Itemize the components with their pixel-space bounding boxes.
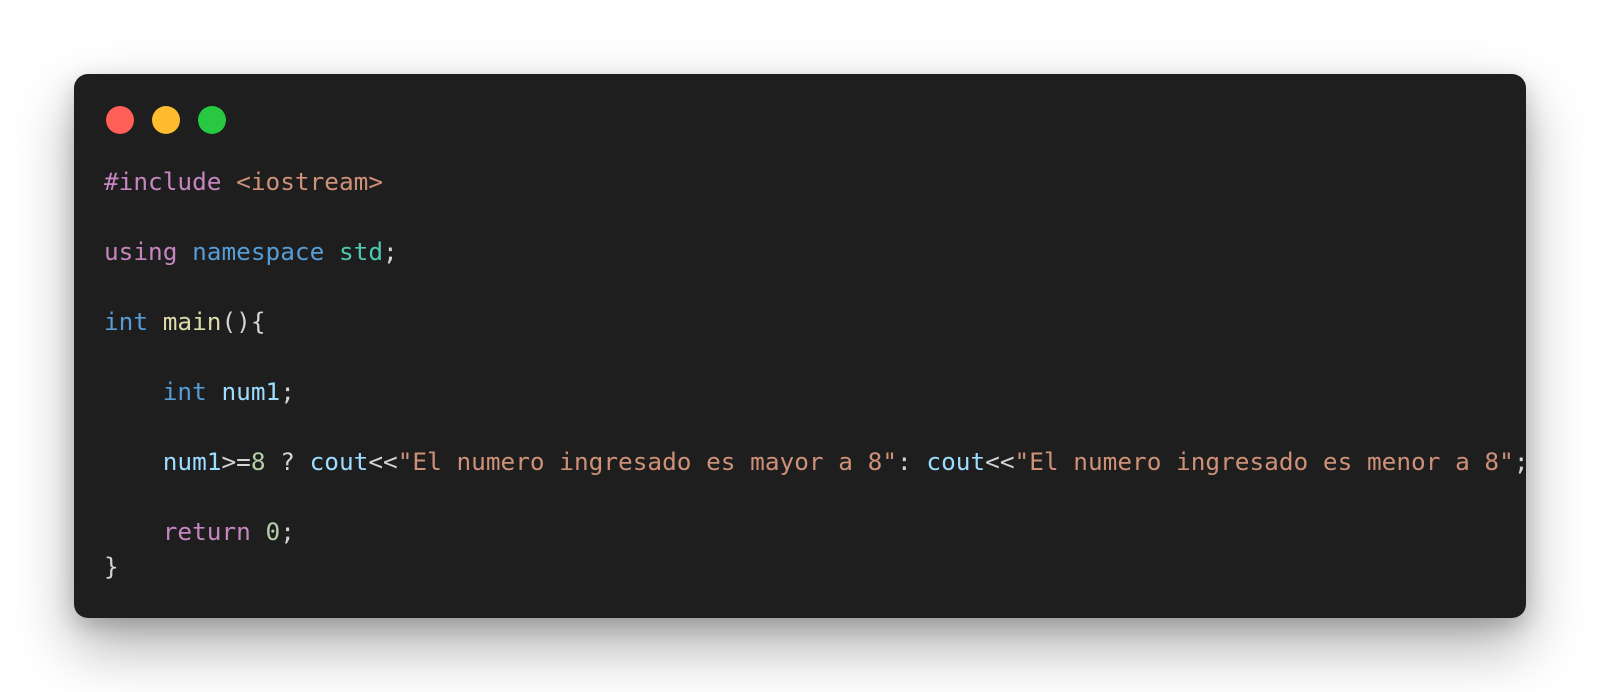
- code-token: ;: [383, 237, 398, 266]
- code-token: ;: [280, 517, 295, 546]
- zoom-button[interactable]: [198, 106, 226, 134]
- code-token: >=: [221, 447, 251, 476]
- code-token: return: [162, 517, 251, 546]
- code-token: ;: [280, 377, 295, 406]
- code-line: num1>=8 ? cout<<"El numero ingresado es …: [104, 444, 1529, 479]
- code-window: #include <iostream> using namespace std; i…: [74, 74, 1529, 618]
- code-token: <<: [985, 447, 1015, 476]
- code-token: ?: [265, 447, 310, 476]
- code-token: num1: [221, 377, 281, 406]
- code-token: std: [338, 237, 384, 266]
- code-block: #include <iostream> using namespace std; i…: [104, 164, 1529, 584]
- code-token: "El numero ingresado es mayor a 8": [397, 447, 898, 476]
- code-line: int num1;: [104, 374, 1529, 409]
- code-line: using namespace std;: [104, 234, 1529, 269]
- code-token: 0: [265, 517, 281, 546]
- code-token: num1: [162, 447, 222, 476]
- minimize-button[interactable]: [152, 106, 180, 134]
- code-line: return 0;: [104, 514, 1529, 549]
- code-token: main: [162, 307, 222, 336]
- code-line: }: [104, 549, 1529, 584]
- code-line: int main(){: [104, 304, 1529, 339]
- close-button[interactable]: [106, 106, 134, 134]
- code-token: ;: [1513, 447, 1529, 476]
- code-token: int: [104, 307, 149, 336]
- code-token: int: [162, 377, 207, 406]
- code-token: (){: [221, 307, 266, 336]
- code-token: cout: [309, 447, 369, 476]
- code-token: 8: [250, 447, 266, 476]
- code-token: #include: [104, 167, 222, 196]
- code-token: using: [104, 237, 178, 266]
- code-token: }: [104, 552, 119, 581]
- window-controls: [106, 106, 226, 134]
- code-token: :: [897, 447, 927, 476]
- code-token: <iostream>: [236, 167, 384, 196]
- code-line: #include <iostream>: [104, 164, 1529, 199]
- code-token: "El numero ingresado es menor a 8": [1014, 447, 1514, 476]
- code-token: cout: [926, 447, 986, 476]
- code-token: <<: [368, 447, 398, 476]
- code-token: namespace: [192, 237, 325, 266]
